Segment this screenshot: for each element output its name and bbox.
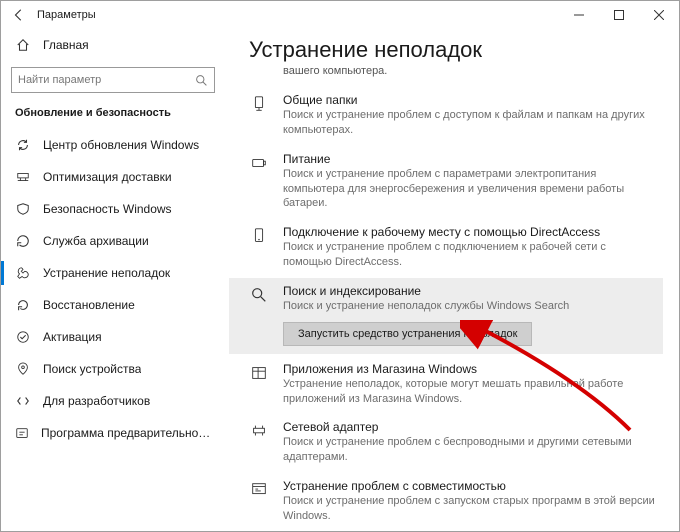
search-icon — [195, 74, 208, 87]
troubleshooter-desc: Поиск и устранение проблем с беспроводны… — [283, 435, 655, 465]
sidebar-item-activation[interactable]: Активация — [1, 321, 225, 353]
search-icon — [249, 284, 269, 304]
titlebar: Параметры — [1, 1, 679, 29]
sidebar-item-backup[interactable]: Служба архивации — [1, 225, 225, 257]
troubleshooter-desc: Поиск и устранение проблем с подключение… — [283, 240, 655, 270]
network-icon — [249, 420, 269, 440]
troubleshooter-title: Устранение проблем с совместимостью — [283, 479, 655, 493]
sidebar-item-recovery[interactable]: Восстановление — [1, 289, 225, 321]
sync-icon — [15, 138, 31, 152]
insider-icon — [15, 426, 29, 440]
sidebar-item-developers[interactable]: Для разработчиков — [1, 385, 225, 417]
power-icon — [249, 152, 269, 172]
main-panel: Устранение неполадок вашего компьютера. … — [225, 29, 679, 531]
sidebar-item-label: Восстановление — [43, 298, 135, 312]
sidebar-item-windows-update[interactable]: Центр обновления Windows — [1, 129, 225, 161]
troubleshooter-desc: Поиск и устранение неполадок службы Wind… — [283, 299, 655, 314]
search-input[interactable]: Найти параметр — [11, 67, 215, 93]
troubleshooter-store-apps[interactable]: Приложения из Магазина Windows Устранени… — [229, 356, 663, 413]
troubleshooter-title: Подключение к рабочему месту с помощью D… — [283, 225, 655, 239]
home-icon — [15, 38, 31, 52]
troubleshooter-directaccess[interactable]: Подключение к рабочему месту с помощью D… — [229, 219, 663, 276]
delivery-icon — [15, 170, 31, 184]
recovery-icon — [15, 298, 31, 312]
troubleshooter-title: Общие папки — [283, 93, 655, 107]
troubleshooter-shared-folders[interactable]: Общие папки Поиск и устранение проблем с… — [229, 87, 663, 144]
home-link[interactable]: Главная — [1, 29, 225, 61]
sidebar-item-label: Оптимизация доставки — [43, 170, 172, 184]
sidebar-item-label: Центр обновления Windows — [43, 138, 199, 152]
window-title: Параметры — [37, 9, 96, 21]
troubleshooter-search-indexing[interactable]: Поиск и индексирование Поиск и устранени… — [229, 278, 663, 354]
activation-icon — [15, 330, 31, 344]
sidebar-section-label: Обновление и безопасность — [1, 103, 225, 129]
minimize-button[interactable] — [559, 1, 599, 29]
troubleshooter-desc: Поиск и устранение проблем с параметрами… — [283, 167, 655, 212]
backup-icon — [15, 234, 31, 248]
store-icon — [249, 362, 269, 382]
troubleshooter-title: Приложения из Магазина Windows — [283, 362, 655, 376]
troubleshoot-icon — [15, 266, 31, 280]
sidebar-item-label: Программа предварительной оценки Windows — [41, 426, 211, 440]
sidebar-item-label: Активация — [43, 330, 102, 344]
sidebar-item-insider[interactable]: Программа предварительной оценки Windows — [1, 417, 225, 449]
sidebar-item-find-device[interactable]: Поиск устройства — [1, 353, 225, 385]
troubleshooter-title: Питание — [283, 152, 655, 166]
close-button[interactable] — [639, 1, 679, 29]
troubleshooter-desc: Устранение неполадок, которые могут меша… — [283, 377, 655, 407]
intro-text: вашего компьютера. — [283, 65, 663, 77]
troubleshooter-network-adapter[interactable]: Сетевой адаптер Поиск и устранение пробл… — [229, 414, 663, 471]
shield-icon — [15, 202, 31, 216]
phone-icon — [249, 225, 269, 245]
troubleshooter-title: Поиск и индексирование — [283, 284, 655, 298]
maximize-button[interactable] — [599, 1, 639, 29]
sidebar-item-label: Для разработчиков — [43, 394, 150, 408]
search-placeholder: Найти параметр — [18, 74, 189, 86]
developers-icon — [15, 394, 31, 408]
sidebar-item-troubleshoot[interactable]: Устранение неполадок — [1, 257, 225, 289]
troubleshooter-compatibility[interactable]: Устранение проблем с совместимостью Поис… — [229, 473, 663, 530]
back-button[interactable] — [9, 5, 29, 25]
troubleshooter-desc: Поиск и устранение проблем с доступом к … — [283, 108, 655, 138]
compatibility-icon — [249, 479, 269, 499]
sidebar-item-label: Поиск устройства — [43, 362, 141, 376]
sidebar-item-label: Безопасность Windows — [43, 202, 172, 216]
troubleshooter-desc: Поиск и устранение проблем с запуском ст… — [283, 494, 655, 524]
run-troubleshooter-button[interactable]: Запустить средство устранения неполадок — [283, 322, 532, 346]
troubleshooter-title: Сетевой адаптер — [283, 420, 655, 434]
sidebar-item-delivery-optimization[interactable]: Оптимизация доставки — [1, 161, 225, 193]
sidebar-home-label: Главная — [43, 38, 89, 52]
sidebar-item-windows-security[interactable]: Безопасность Windows — [1, 193, 225, 225]
location-icon — [15, 362, 31, 376]
page-title: Устранение неполадок — [249, 37, 663, 63]
troubleshooter-power[interactable]: Питание Поиск и устранение проблем с пар… — [229, 146, 663, 218]
folder-network-icon — [249, 93, 269, 113]
sidebar-item-label: Служба архивации — [43, 234, 149, 248]
sidebar: Главная Найти параметр Обновление и безо… — [1, 29, 225, 531]
sidebar-item-label: Устранение неполадок — [43, 266, 170, 280]
